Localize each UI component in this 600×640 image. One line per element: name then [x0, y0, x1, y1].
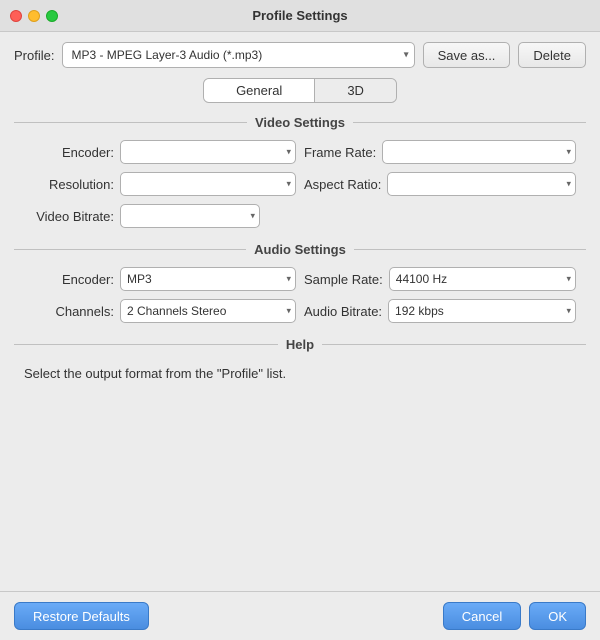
audio-encoder-label: Encoder:: [24, 272, 114, 287]
audio-encoder-select[interactable]: MP3: [120, 267, 296, 291]
channels-select-wrapper: 2 Channels Stereo ▾: [120, 299, 296, 323]
help-text: Select the output format from the "Profi…: [14, 362, 586, 385]
footer: Restore Defaults Cancel OK: [0, 591, 600, 640]
channels-select[interactable]: 2 Channels Stereo: [120, 299, 296, 323]
tab-group: General 3D: [203, 78, 397, 103]
footer-right-buttons: Cancel OK: [443, 602, 586, 630]
help-header: Help: [14, 337, 586, 352]
audio-settings-section: Audio Settings Encoder: MP3 ▾ Sample Rat…: [14, 242, 586, 323]
save-as-button[interactable]: Save as...: [423, 42, 511, 68]
audio-settings-header: Audio Settings: [14, 242, 586, 257]
traffic-lights: [10, 10, 58, 22]
title-bar: Profile Settings: [0, 0, 600, 32]
profile-select[interactable]: MP3 - MPEG Layer-3 Audio (*.mp3): [62, 42, 414, 68]
channels-field: Channels: 2 Channels Stereo ▾: [24, 299, 296, 323]
restore-defaults-button[interactable]: Restore Defaults: [14, 602, 149, 630]
video-bitrate-select[interactable]: [120, 204, 260, 228]
frame-rate-field: Frame Rate: ▾: [304, 140, 576, 164]
help-line-left: [14, 344, 278, 345]
video-settings-grid: Encoder: ▾ Frame Rate: ▾: [14, 140, 586, 196]
main-content: Profile: MP3 - MPEG Layer-3 Audio (*.mp3…: [0, 32, 600, 385]
resolution-select-wrapper: ▾: [120, 172, 296, 196]
sample-rate-field: Sample Rate: 44100 Hz ▾: [304, 267, 576, 291]
audio-settings-line-right: [354, 249, 586, 250]
encoder-select[interactable]: [120, 140, 296, 164]
window-title: Profile Settings: [252, 8, 347, 23]
audio-bitrate-label: Audio Bitrate:: [304, 304, 382, 319]
channels-label: Channels:: [24, 304, 114, 319]
audio-bitrate-select[interactable]: 192 kbps: [388, 299, 576, 323]
aspect-ratio-select[interactable]: [387, 172, 576, 196]
maximize-button[interactable]: [46, 10, 58, 22]
audio-bitrate-select-wrapper: 192 kbps ▾: [388, 299, 576, 323]
audio-encoder-field: Encoder: MP3 ▾: [24, 267, 296, 291]
tab-general[interactable]: General: [204, 79, 315, 102]
frame-rate-label: Frame Rate:: [304, 145, 376, 160]
audio-settings-grid: Encoder: MP3 ▾ Sample Rate: 44100 Hz ▾: [14, 267, 586, 323]
audio-encoder-select-wrapper: MP3 ▾: [120, 267, 296, 291]
video-settings-header: Video Settings: [14, 115, 586, 130]
audio-settings-line-left: [14, 249, 246, 250]
video-settings-title: Video Settings: [255, 115, 345, 130]
encoder-label: Encoder:: [24, 145, 114, 160]
video-bitrate-label: Video Bitrate:: [24, 209, 114, 224]
ok-button[interactable]: OK: [529, 602, 586, 630]
video-settings-section: Video Settings Encoder: ▾ Frame Rate:: [14, 115, 586, 228]
resolution-field: Resolution: ▾: [24, 172, 296, 196]
cancel-button[interactable]: Cancel: [443, 602, 521, 630]
minimize-button[interactable]: [28, 10, 40, 22]
profile-row: Profile: MP3 - MPEG Layer-3 Audio (*.mp3…: [14, 42, 586, 68]
aspect-ratio-select-wrapper: ▾: [387, 172, 576, 196]
audio-bitrate-field: Audio Bitrate: 192 kbps ▾: [304, 299, 576, 323]
help-line-right: [322, 344, 586, 345]
delete-button[interactable]: Delete: [518, 42, 586, 68]
video-bitrate-select-wrapper: ▾: [120, 204, 260, 228]
frame-rate-select[interactable]: [382, 140, 576, 164]
resolution-label: Resolution:: [24, 177, 114, 192]
resolution-select[interactable]: [120, 172, 296, 196]
frame-rate-select-wrapper: ▾: [382, 140, 576, 164]
profile-label: Profile:: [14, 48, 54, 63]
aspect-ratio-field: Aspect Ratio: ▾: [304, 172, 576, 196]
help-section: Help Select the output format from the "…: [14, 337, 586, 385]
tab-3d[interactable]: 3D: [315, 79, 396, 102]
sample-rate-select[interactable]: 44100 Hz: [389, 267, 576, 291]
tab-bar: General 3D: [14, 78, 586, 103]
help-title: Help: [286, 337, 314, 352]
encoder-field: Encoder: ▾: [24, 140, 296, 164]
profile-select-wrapper: MP3 - MPEG Layer-3 Audio (*.mp3) ▾: [62, 42, 414, 68]
video-bitrate-row: Video Bitrate: ▾: [14, 204, 586, 228]
sample-rate-label: Sample Rate:: [304, 272, 383, 287]
audio-settings-title: Audio Settings: [254, 242, 346, 257]
sample-rate-select-wrapper: 44100 Hz ▾: [389, 267, 576, 291]
encoder-select-wrapper: ▾: [120, 140, 296, 164]
video-settings-line-right: [353, 122, 586, 123]
aspect-ratio-label: Aspect Ratio:: [304, 177, 381, 192]
close-button[interactable]: [10, 10, 22, 22]
video-settings-line-left: [14, 122, 247, 123]
